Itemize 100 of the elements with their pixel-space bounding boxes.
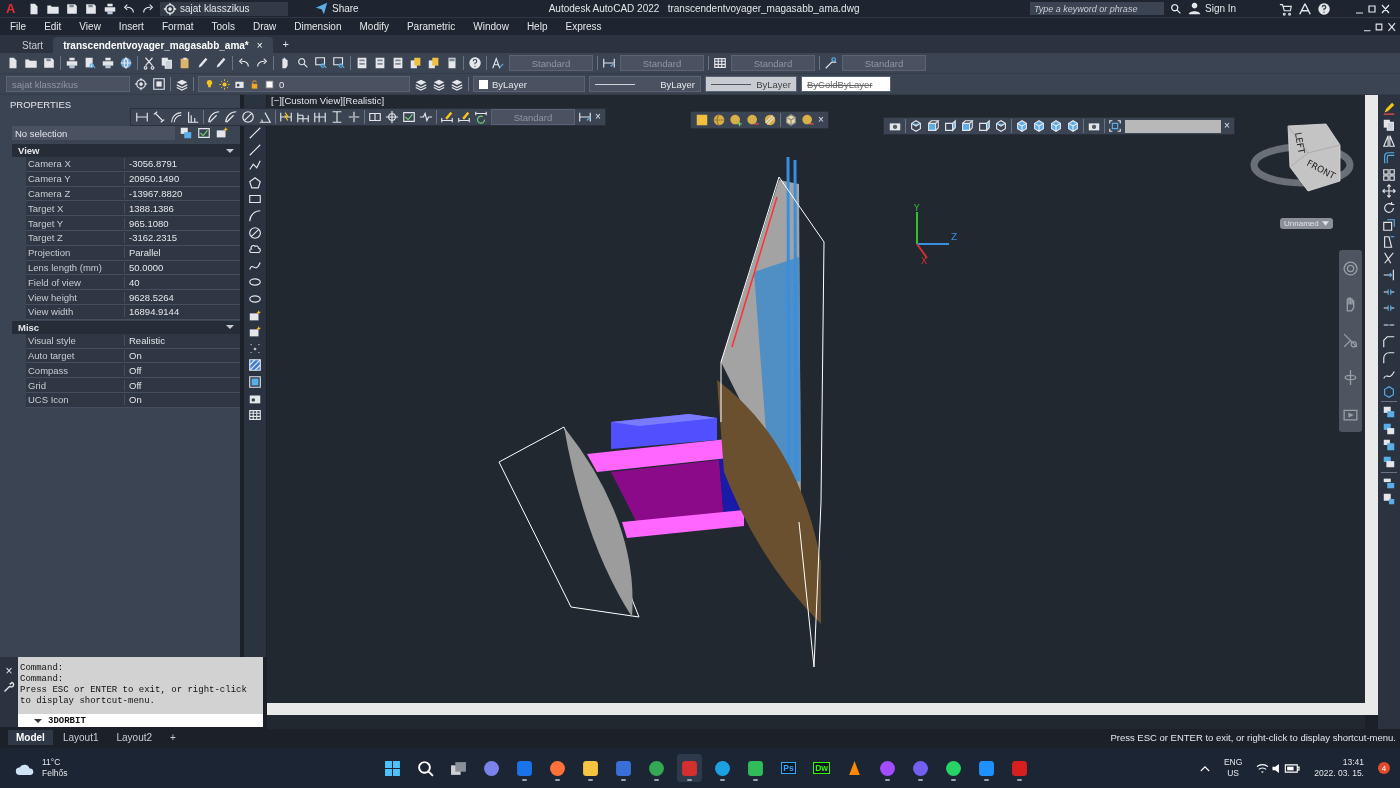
copy-icon[interactable] bbox=[1382, 117, 1396, 132]
layers-icon[interactable] bbox=[175, 77, 189, 91]
sign-in-button[interactable]: Sign In bbox=[1188, 2, 1268, 15]
chevron-up-icon[interactable] bbox=[1199, 764, 1210, 772]
sphere-plus-icon[interactable] bbox=[729, 113, 743, 127]
property-value[interactable]: Parallel bbox=[125, 247, 161, 259]
sphere-icon[interactable] bbox=[712, 113, 726, 127]
menu-item[interactable]: Draw bbox=[252, 21, 277, 32]
dimension-space-icon[interactable] bbox=[330, 110, 344, 124]
input-language[interactable]: ENG bbox=[1223, 757, 1243, 768]
printer-icon[interactable] bbox=[65, 56, 79, 70]
radius-icon[interactable] bbox=[224, 110, 238, 124]
gradient-icon[interactable] bbox=[248, 374, 262, 389]
property-value[interactable]: -3056.8791 bbox=[125, 158, 178, 170]
offset-icon[interactable] bbox=[1382, 151, 1396, 166]
front-view-icon[interactable] bbox=[926, 119, 940, 133]
orbit-wheel-icon[interactable] bbox=[1342, 259, 1359, 277]
section-header[interactable]: Misc bbox=[12, 320, 240, 334]
redo-arrow-icon[interactable] bbox=[255, 56, 269, 70]
menu-item[interactable]: Parametric bbox=[406, 21, 456, 32]
search-icon[interactable] bbox=[1169, 1, 1183, 16]
clock-date[interactable]: 2022. 03. 15. bbox=[1314, 768, 1364, 779]
table-icon[interactable] bbox=[248, 408, 262, 423]
linetype-dropdown[interactable]: ByLayer bbox=[589, 76, 701, 92]
line-icon[interactable] bbox=[248, 142, 262, 157]
property-value[interactable]: -13967.8820 bbox=[125, 188, 183, 199]
section-header[interactable]: View bbox=[12, 144, 240, 157]
property-value[interactable]: 40 bbox=[125, 276, 140, 288]
layout-tab[interactable]: Model bbox=[8, 730, 53, 745]
printer-icon[interactable] bbox=[103, 1, 117, 16]
tolerance-icon[interactable] bbox=[368, 110, 382, 124]
array-icon[interactable] bbox=[1382, 167, 1396, 182]
zoom-extents-icon[interactable] bbox=[1108, 119, 1122, 133]
inspect-icon[interactable] bbox=[402, 110, 416, 124]
gear-icon[interactable] bbox=[134, 77, 148, 91]
dimension-edit-icon[interactable] bbox=[440, 110, 454, 124]
close-button[interactable]: × bbox=[1224, 121, 1230, 131]
line-icon[interactable] bbox=[248, 126, 262, 140]
copy-icon[interactable] bbox=[160, 56, 174, 70]
magnifier-icon[interactable] bbox=[296, 56, 310, 70]
sphere-minus-icon[interactable] bbox=[801, 113, 815, 127]
selection-dropdown[interactable]: No selection bbox=[12, 126, 175, 140]
table-style-icon[interactable] bbox=[713, 56, 727, 70]
property-value[interactable]: Off bbox=[125, 379, 142, 391]
linear-dimension-icon[interactable] bbox=[135, 110, 149, 124]
layout-tab[interactable]: Layout1 bbox=[54, 730, 107, 745]
property-value[interactable]: 16894.9144 bbox=[125, 306, 180, 318]
chamfer-icon[interactable] bbox=[1382, 334, 1396, 349]
close-button[interactable]: × bbox=[595, 112, 601, 122]
temperature[interactable]: 11°C bbox=[42, 757, 68, 768]
isometric-view-icon[interactable] bbox=[1066, 119, 1080, 133]
isometric-view-icon[interactable] bbox=[1049, 119, 1063, 133]
undo-arrow-icon[interactable] bbox=[122, 1, 136, 16]
layout-tab[interactable]: Layout2 bbox=[108, 730, 161, 745]
trim-icon[interactable] bbox=[1382, 251, 1396, 266]
maximize-icon[interactable] bbox=[152, 77, 166, 91]
help-icon[interactable] bbox=[468, 56, 482, 70]
vertical-scrollbar[interactable] bbox=[1365, 95, 1378, 715]
property-value[interactable]: 965.1080 bbox=[125, 217, 169, 229]
ordinate-dimension-icon[interactable] bbox=[186, 110, 200, 124]
plot-style-dropdown[interactable]: ByColdByLayer bbox=[801, 76, 891, 92]
viewcube-drawing[interactable] bbox=[1250, 123, 1354, 192]
system-status-icons[interactable] bbox=[1256, 761, 1301, 775]
block-insert-icon[interactable] bbox=[248, 308, 262, 323]
material-icon[interactable] bbox=[695, 113, 709, 127]
brush-icon[interactable] bbox=[196, 56, 210, 70]
layers-icon[interactable] bbox=[432, 77, 446, 91]
dimension-style-icon[interactable] bbox=[602, 56, 616, 70]
extend-icon[interactable] bbox=[1382, 267, 1396, 282]
printer-icon[interactable] bbox=[101, 56, 115, 70]
layer-dropdown[interactable]: 0 bbox=[198, 76, 410, 92]
workspace-dropdown[interactable]: sajat klasszikus bbox=[160, 1, 288, 16]
aligned-dimension-icon[interactable] bbox=[152, 110, 166, 124]
dimension-break-icon[interactable] bbox=[347, 110, 361, 124]
quick-dimension-icon[interactable] bbox=[279, 110, 293, 124]
clock-time[interactable]: 13:41 bbox=[1342, 757, 1364, 768]
input-region[interactable]: US bbox=[1227, 768, 1240, 779]
menu-item[interactable]: Help bbox=[526, 21, 548, 32]
search-field[interactable]: Type a keyword or phrase bbox=[1030, 2, 1164, 15]
dimension-style-icon[interactable] bbox=[578, 110, 592, 124]
block-insert-icon[interactable] bbox=[215, 126, 229, 140]
isometric-view-icon[interactable] bbox=[1015, 119, 1029, 133]
layers-icon[interactable] bbox=[450, 77, 464, 91]
viewport-label[interactable]: [−][Custom View][Realistic] bbox=[271, 95, 385, 106]
menu-item[interactable]: Modify bbox=[359, 21, 389, 32]
rotate-icon[interactable] bbox=[1382, 201, 1396, 216]
lineweight-dropdown[interactable]: ByLayer bbox=[705, 76, 797, 92]
fillet-icon[interactable] bbox=[1382, 351, 1396, 366]
redo-arrow-icon[interactable] bbox=[141, 1, 155, 16]
center-mark-icon[interactable] bbox=[385, 110, 399, 124]
stacked-sheets-icon[interactable] bbox=[427, 56, 441, 70]
weather-condition[interactable]: Felhős bbox=[42, 768, 68, 779]
bring-to-front-icon[interactable] bbox=[1382, 405, 1396, 420]
side-view-icon[interactable] bbox=[943, 119, 957, 133]
inspect-icon[interactable] bbox=[197, 126, 211, 140]
taskbar-app[interactable]: Dw bbox=[809, 754, 834, 782]
stretch-icon[interactable] bbox=[1382, 234, 1396, 249]
command-input[interactable]: 3DORBIT bbox=[18, 714, 263, 727]
menu-item[interactable]: Edit bbox=[44, 21, 62, 32]
mirror-icon[interactable] bbox=[1382, 134, 1396, 149]
